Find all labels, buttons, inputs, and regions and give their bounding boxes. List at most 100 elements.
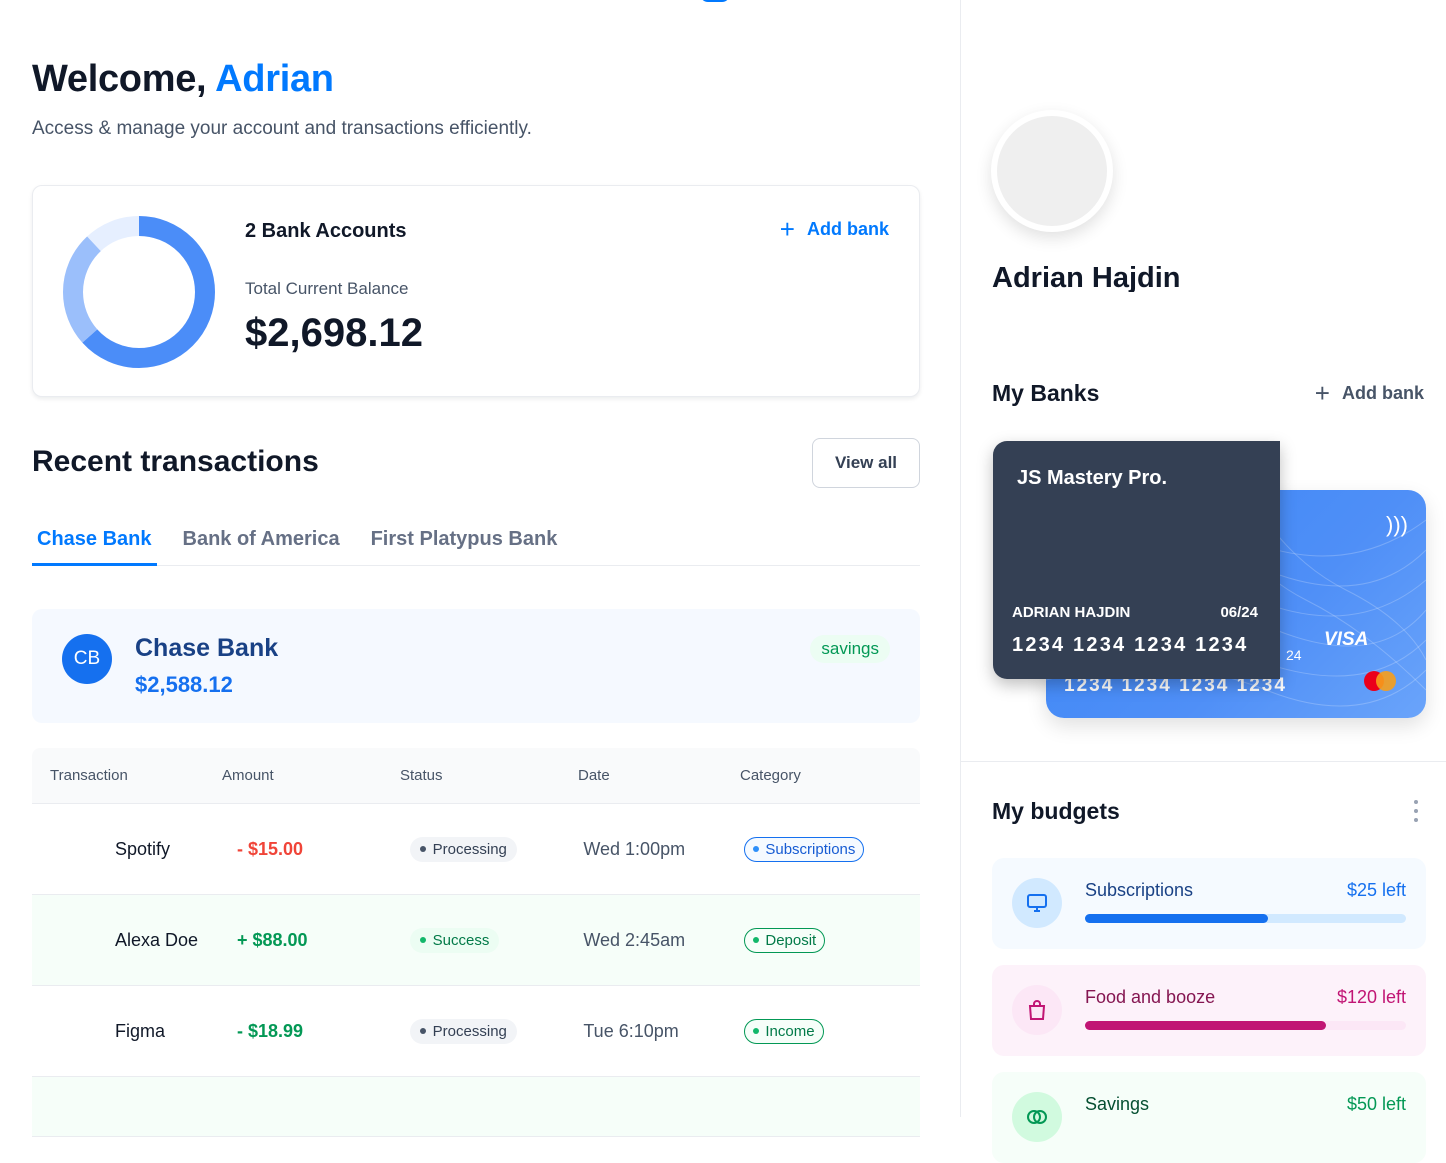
plus-icon: + [779, 214, 795, 244]
add-bank-button[interactable]: + Add bank [780, 216, 889, 242]
accounts-count: 2 Bank Accounts [245, 220, 407, 242]
column-header: Date [578, 767, 610, 784]
table-row[interactable]: Alexa Doe + $88.00 Success Wed 2:45am De… [32, 895, 920, 986]
total-balance-card: 2 Bank Accounts Total Current Balance $2… [32, 185, 920, 397]
budget-item-food-and-booze[interactable]: Food and booze $120 left [992, 965, 1426, 1056]
budget-remaining: $120 left [1336, 987, 1406, 1007]
bank-card-primary[interactable]: JS Mastery Pro. ADRIAN HAJDIN 06/24 1234… [993, 441, 1280, 679]
account-type-badge: savings [810, 635, 890, 663]
transaction-amount: - $18.99 [236, 1020, 304, 1041]
page-title: Welcome, Adrian [32, 58, 334, 101]
budget-progress [1085, 914, 1406, 923]
tab-first-platypus-bank[interactable]: First Platypus Bank [366, 520, 563, 566]
monitor-icon [1012, 878, 1062, 928]
selected-bank-info[interactable]: CB Chase Bank $2,588.12 savings [32, 609, 920, 723]
budget-progress-fill [1085, 914, 1268, 923]
total-balance-amount: $2,698.12 [245, 311, 423, 355]
transaction-category: Subscriptions [744, 836, 920, 862]
category-badge: Subscriptions [744, 836, 865, 862]
add-bank-button-sidebar[interactable]: + Add bank [1315, 380, 1424, 406]
card-expiry: 06/24 [1220, 604, 1258, 621]
plus-icon: + [1314, 378, 1330, 408]
card-holder: ADRIAN HAJDIN [1012, 604, 1131, 621]
category-dot-icon [753, 846, 760, 853]
visa-logo: VISA [1324, 629, 1369, 650]
column-header: Category [740, 767, 801, 784]
budget-item-savings[interactable]: Savings $50 left [992, 1072, 1426, 1163]
category-badge: Deposit [744, 927, 826, 953]
category-label: Deposit [765, 931, 817, 949]
category-dot-icon [753, 1028, 760, 1035]
page-subtitle: Access & manage your account and transac… [32, 118, 532, 139]
transaction-status: Processing [409, 1018, 584, 1044]
transaction-amount: - $15.00 [236, 838, 304, 859]
status-badge: Processing [409, 1018, 517, 1044]
status-label: Success [432, 931, 490, 949]
tab-bank-of-america[interactable]: Bank of America [178, 520, 345, 566]
card-number-partial: 24 [1286, 647, 1302, 663]
status-label: Processing [432, 1022, 507, 1040]
category-label: Subscriptions [765, 840, 856, 858]
scroll-hint [700, 0, 730, 2]
balance-donut-chart [63, 216, 215, 368]
transaction-date: Tue 6:10pm [583, 1020, 679, 1041]
add-bank-label: Add bank [1341, 382, 1424, 403]
more-options-icon[interactable] [1412, 800, 1420, 822]
add-bank-label: Add bank [806, 218, 889, 239]
table-row-partial[interactable] [32, 1077, 920, 1137]
recent-transactions-title: Recent transactions [32, 445, 319, 478]
column-header: Amount [222, 767, 274, 784]
budget-progress [1085, 1021, 1406, 1030]
transaction-status: Processing [409, 836, 584, 862]
transaction-name: Figma [115, 1020, 166, 1041]
contactless-icon: ))) [1386, 512, 1408, 537]
total-balance-label: Total Current Balance [245, 279, 409, 298]
category-badge: Income [744, 1018, 824, 1044]
coins-icon [1012, 1092, 1062, 1142]
card-number: 1234 1234 1234 1234 [1012, 634, 1249, 656]
transaction-date: Wed 2:45am [583, 929, 686, 950]
table-row[interactable]: Figma - $18.99 Processing Tue 6:10pm Inc… [32, 986, 920, 1077]
shopping-bag-icon [1012, 985, 1062, 1035]
view-all-button[interactable]: View all [812, 438, 920, 488]
status-badge: Processing [409, 836, 517, 862]
status-dot-icon [419, 937, 426, 944]
tab-chase-bank[interactable]: Chase Bank [32, 520, 157, 566]
transaction-status: Success [409, 927, 584, 953]
budget-item-subscriptions[interactable]: Subscriptions $25 left [992, 858, 1426, 949]
transaction-amount: + $88.00 [236, 929, 308, 950]
budget-remaining: $25 left [1346, 880, 1406, 900]
section-divider [961, 761, 1446, 762]
status-badge: Success [409, 927, 500, 953]
budget-name: Food and booze [1085, 987, 1216, 1007]
transaction-date: Wed 1:00pm [583, 838, 686, 859]
budget-progress-fill [1085, 1021, 1326, 1030]
my-budgets-title: My budgets [992, 798, 1120, 824]
bank-name: Chase Bank [135, 634, 279, 662]
column-header: Status [400, 767, 443, 784]
profile-avatar[interactable] [991, 110, 1113, 232]
budget-name: Savings [1085, 1094, 1150, 1114]
profile-name: Adrian Hajdin [992, 262, 1181, 292]
transaction-name: Alexa Doe [115, 929, 199, 950]
my-banks-title: My Banks [992, 380, 1100, 406]
category-label: Income [765, 1022, 815, 1040]
transaction-name: Spotify [115, 838, 171, 859]
main-content: Welcome, Adrian Access & manage your acc… [0, 0, 960, 1137]
table-row[interactable]: Spotify - $15.00 Processing Wed 1:00pm S… [32, 804, 920, 895]
bank-tabs: Chase Bank Bank of America First Platypu… [32, 520, 920, 566]
budget-remaining: $50 left [1346, 1094, 1406, 1114]
status-label: Processing [432, 840, 507, 858]
right-sidebar: Adrian Hajdin My Banks + Add bank ))) VI… [960, 0, 1446, 1163]
card-title: JS Mastery Pro. [1017, 467, 1168, 489]
user-first-name: Adrian [215, 58, 334, 100]
budget-name: Subscriptions [1085, 880, 1194, 900]
transaction-category: Deposit [744, 927, 920, 953]
category-dot-icon [753, 937, 760, 944]
greeting: Welcome, [32, 58, 207, 100]
status-dot-icon [419, 1028, 426, 1035]
bank-avatar: CB [62, 634, 112, 684]
status-dot-icon [419, 846, 426, 853]
transaction-category: Income [744, 1018, 920, 1044]
mastercard-icon [1364, 671, 1396, 691]
